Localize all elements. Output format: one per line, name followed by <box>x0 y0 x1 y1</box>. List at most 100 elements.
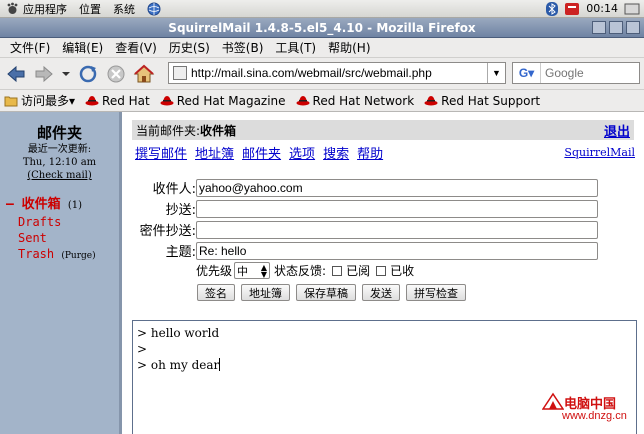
current-folder-label: 当前邮件夹: <box>136 123 201 138</box>
spellcheck-button[interactable]: 拼写检查 <box>406 284 466 301</box>
places-menu[interactable]: 位置 <box>73 0 107 18</box>
menu-history[interactable]: 历史(S) <box>163 39 216 56</box>
navigation-toolbar: http://mail.sina.com/webmail/src/webmail… <box>0 58 644 90</box>
system-label: 系统 <box>113 2 135 16</box>
reload-icon <box>79 65 97 82</box>
globe-icon <box>147 2 161 15</box>
home-button[interactable] <box>132 62 156 86</box>
history-dropdown[interactable] <box>60 62 72 86</box>
bookmark-red-hat-magazine[interactable]: Red Hat Magazine <box>160 94 286 108</box>
menu-file[interactable]: 文件(F) <box>4 39 56 56</box>
current-folder-bar: 当前邮件夹: 收件箱 退出 <box>132 120 634 140</box>
inbox-count: (1) <box>67 200 83 211</box>
cc-field[interactable] <box>196 199 598 218</box>
menu-view[interactable]: 查看(V) <box>109 39 163 56</box>
bookmark-red-hat-support[interactable]: Red Hat Support <box>424 94 540 108</box>
search-engine-icon[interactable]: G▾ <box>513 63 541 83</box>
back-arrow-icon <box>7 65 25 82</box>
last-update-label: 最近一次更新: <box>27 144 92 155</box>
bookmark-label: Red Hat Magazine <box>176 93 286 108</box>
addresses-button[interactable]: 地址簿 <box>241 284 290 301</box>
bookmark-label: Red Hat <box>102 93 150 108</box>
forward-arrow-icon <box>35 65 53 82</box>
save-draft-button[interactable]: 保存草稿 <box>296 284 356 301</box>
folder-sent[interactable]: Sent <box>18 231 47 245</box>
nav-help[interactable]: 帮助 <box>357 143 383 162</box>
search-input[interactable] <box>541 66 631 80</box>
menu-edit[interactable]: 编辑(E) <box>56 39 109 56</box>
redhat-icon <box>160 96 174 106</box>
subject-field[interactable]: Re: hello <box>196 241 598 260</box>
window-titlebar[interactable]: SquirrelMail 1.4.8-5.el5_4.10 - Mozilla … <box>0 18 644 38</box>
minimize-button[interactable] <box>592 21 606 34</box>
menu-help[interactable]: 帮助(H) <box>322 39 376 56</box>
bluetooth-icon[interactable] <box>546 1 559 16</box>
web-content: 邮件夹 最近一次更新: Thu, 12:10 am (Check mail) –… <box>0 112 644 434</box>
bookmark-red-hat-network[interactable]: Red Hat Network <box>296 93 415 108</box>
cc-label: 抄送: <box>165 203 196 218</box>
subject-row: 主题: Re: hello <box>125 241 598 260</box>
close-button[interactable] <box>626 21 640 34</box>
body-line: > <box>137 342 148 356</box>
reload-button[interactable] <box>76 62 100 86</box>
folder-icon <box>4 96 18 106</box>
gnome-top-panel: 应用程序 位置 系统 00:14 <box>0 0 644 18</box>
bcc-field[interactable] <box>196 220 598 239</box>
stop-button[interactable] <box>104 62 128 86</box>
bcc-row: 密件抄送: <box>125 220 598 239</box>
body-line: > oh my dear <box>137 358 220 372</box>
most-visited-folder[interactable]: 访问最多▾ <box>4 92 75 109</box>
nav-folders[interactable]: 邮件夹 <box>242 143 281 162</box>
to-field[interactable]: yahoo@yahoo.com <box>196 178 598 197</box>
nav-addresses[interactable]: 地址簿 <box>195 143 234 162</box>
text-cursor <box>219 358 221 371</box>
menu-tools[interactable]: 工具(T) <box>269 39 322 56</box>
applications-label: 应用程序 <box>23 2 67 16</box>
panel-clock[interactable]: 00:14 <box>580 2 624 15</box>
bookmark-red-hat[interactable]: Red Hat <box>85 94 150 108</box>
page-favicon-icon <box>173 66 187 80</box>
foot-icon <box>7 2 18 14</box>
received-label: 已收 <box>390 264 415 278</box>
back-button[interactable] <box>4 62 28 86</box>
folders-title: 邮件夹 <box>36 124 82 142</box>
folder-drafts[interactable]: Drafts <box>18 215 61 229</box>
system-menu[interactable]: 系统 <box>107 0 141 18</box>
watermark-url: www.dnzg.cn <box>562 410 627 422</box>
places-label: 位置 <box>79 2 101 16</box>
read-receipt-checkbox[interactable] <box>332 265 343 276</box>
url-bar[interactable]: http://mail.sina.com/webmail/src/webmail… <box>168 62 506 84</box>
forward-button[interactable] <box>32 62 56 86</box>
purge-link[interactable]: (Purge) <box>61 251 95 261</box>
bookmark-label: Red Hat Network <box>312 93 415 108</box>
signature-button[interactable]: 签名 <box>197 284 235 301</box>
menu-bookmarks[interactable]: 书签(B) <box>216 39 270 56</box>
url-dropdown[interactable]: ▼ <box>487 63 505 83</box>
check-mail-link[interactable]: (Check mail) <box>27 170 92 181</box>
folder-sidebar: 邮件夹 最近一次更新: Thu, 12:10 am (Check mail) –… <box>0 112 122 434</box>
delivery-receipt-checkbox[interactable] <box>376 265 387 276</box>
to-label: 收件人: <box>152 182 196 197</box>
bookmark-label: Red Hat Support <box>441 93 541 108</box>
nav-compose[interactable]: 撰写邮件 <box>135 143 187 162</box>
receipt-label: 状态反馈: <box>274 264 327 278</box>
priority-value: 中 <box>237 264 249 278</box>
applications-menu[interactable]: 应用程序 <box>0 0 73 18</box>
folder-inbox[interactable]: 收件箱 <box>22 197 61 212</box>
nav-options[interactable]: 选项 <box>289 143 315 162</box>
firefox-launcher[interactable] <box>141 0 167 18</box>
compose-buttons: 签名 地址簿 保存草稿 发送 拼写检查 <box>197 284 466 301</box>
logout-link[interactable]: 退出 <box>604 121 630 140</box>
update-icon[interactable] <box>564 2 580 16</box>
menu-bar: 文件(F) 编辑(E) 查看(V) 历史(S) 书签(B) 工具(T) 帮助(H… <box>0 38 644 58</box>
maximize-button[interactable] <box>609 21 623 34</box>
to-row: 收件人: yahoo@yahoo.com <box>125 178 598 197</box>
show-desktop-icon[interactable] <box>624 2 640 16</box>
folder-trash[interactable]: Trash <box>18 247 54 261</box>
squirrelmail-link[interactable]: SquirrelMail <box>564 146 635 159</box>
send-button[interactable]: 发送 <box>362 284 400 301</box>
search-box[interactable]: G▾ <box>512 62 640 84</box>
priority-select[interactable]: 中 ▲ ▼ <box>234 262 271 279</box>
stepper-icon: ▲ ▼ <box>260 262 268 279</box>
nav-search[interactable]: 搜索 <box>323 143 349 162</box>
